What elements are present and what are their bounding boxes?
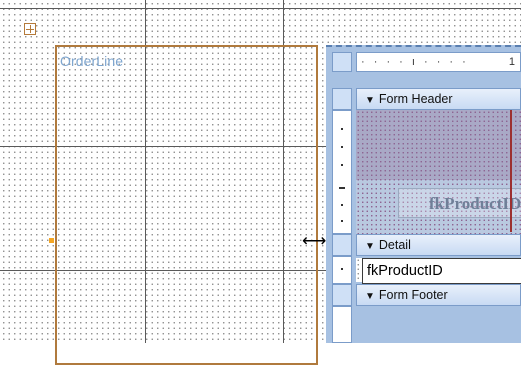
ruler-tick	[339, 187, 345, 189]
vertical-ruler-footer	[332, 306, 352, 343]
header-label-control[interactable]: fkProductID	[398, 188, 521, 218]
section-label: Detail	[378, 238, 411, 252]
embedded-form-border	[326, 45, 521, 48]
header-shading	[356, 110, 521, 180]
section-selector-footer[interactable]	[332, 284, 352, 306]
resize-handle[interactable]	[49, 238, 54, 243]
ruler-tick	[341, 164, 343, 166]
section-bar-detail[interactable]: ▼ Detail	[356, 234, 521, 256]
ruler-tick	[341, 204, 343, 206]
grid-line	[0, 8, 521, 9]
ruler-tick	[341, 128, 343, 130]
ruler-number: 1	[508, 56, 515, 68]
collapse-arrow-icon: ▼	[365, 291, 375, 302]
section-label: Form Header	[378, 92, 453, 106]
margin-guide	[510, 110, 512, 232]
collapse-arrow-icon: ▼	[365, 241, 375, 252]
vertical-ruler-detail	[332, 256, 352, 284]
subform-label: OrderLine	[60, 53, 124, 69]
form-select-box[interactable]	[332, 52, 352, 72]
section-selector-header[interactable]	[332, 88, 352, 110]
resize-cursor-icon: ⟷	[302, 231, 327, 250]
subform-control[interactable]	[55, 45, 318, 365]
ruler-tick	[341, 220, 343, 222]
section-label: Form Footer	[378, 288, 448, 302]
form-selector-icon[interactable]	[24, 23, 36, 35]
section-bar-form-header[interactable]: ▼ Form Header	[356, 88, 521, 110]
ruler-tick	[341, 268, 343, 270]
section-selector-detail[interactable]	[332, 234, 352, 256]
detail-textbox[interactable]: fkProductID	[362, 258, 521, 284]
ruler-tick	[341, 146, 343, 148]
section-bar-form-footer[interactable]: ▼ Form Footer	[356, 284, 521, 306]
horizontal-ruler: · · · · ı · · · · 1	[356, 52, 521, 72]
ruler-ticks: · · · · ı · · · ·	[361, 56, 469, 68]
collapse-arrow-icon: ▼	[365, 95, 375, 106]
